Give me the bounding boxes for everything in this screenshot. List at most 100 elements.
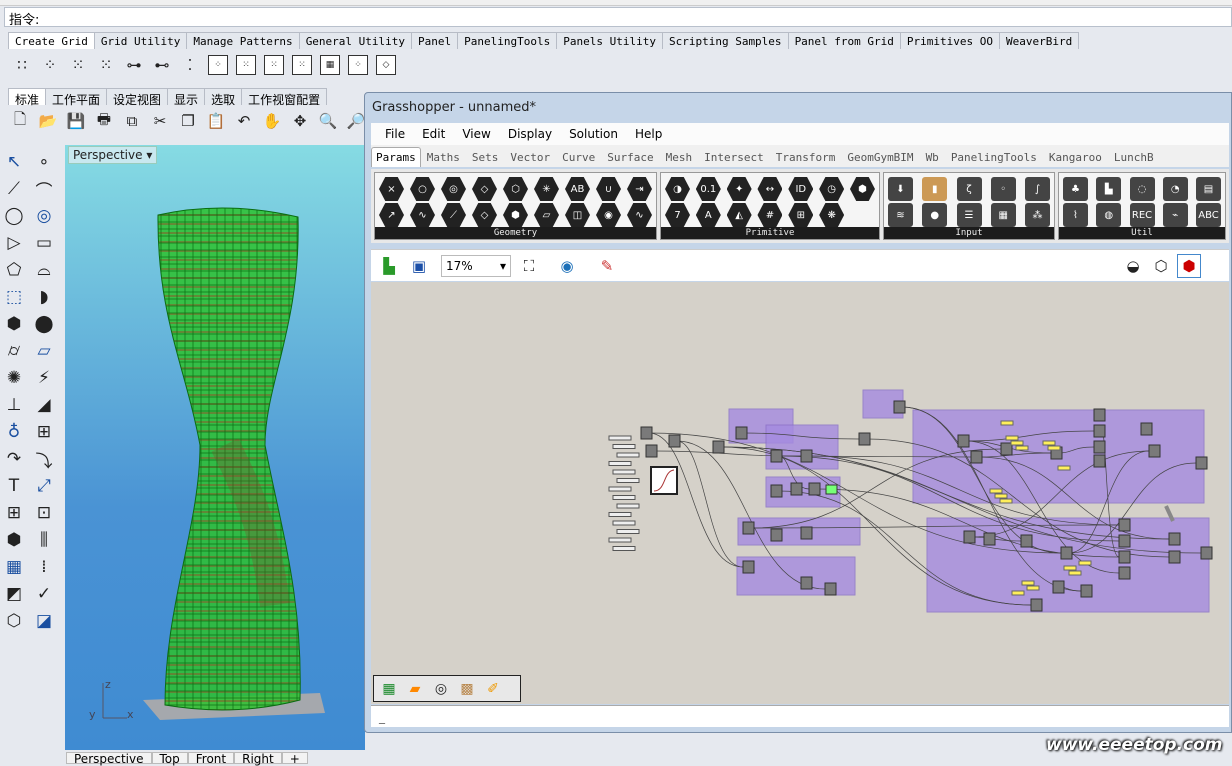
tab-std-5[interactable]: 工作视窗配置: [241, 88, 328, 107]
component-icon[interactable]: ◦: [990, 177, 1016, 201]
left-tool-icon-15[interactable]: ▱: [32, 339, 56, 363]
left-tool-icon-13[interactable]: ⬤: [32, 312, 56, 336]
component-icon[interactable]: #: [757, 203, 783, 227]
zoom-extents-icon[interactable]: ⛶: [517, 254, 541, 278]
tab-transform[interactable]: Transform: [770, 151, 842, 167]
input-param[interactable]: [608, 537, 632, 543]
left-tool-icon-34[interactable]: ⬡: [2, 609, 26, 633]
left-tool-icon-21[interactable]: ⊞: [32, 420, 56, 444]
tab-general-utility[interactable]: General Utility: [298, 32, 413, 49]
panel[interactable]: [1078, 560, 1092, 566]
panel[interactable]: [1068, 570, 1082, 576]
component-icon[interactable]: ◇: [472, 177, 497, 201]
left-tool-icon-23[interactable]: ⤵: [32, 447, 56, 472]
preview-selected-icon[interactable]: ⬢: [1177, 254, 1201, 278]
component-icon[interactable]: REC: [1129, 203, 1155, 227]
component-node[interactable]: [1080, 584, 1093, 598]
component-icon[interactable]: ABC: [1196, 203, 1221, 227]
component-node[interactable]: [1020, 534, 1033, 548]
panel[interactable]: [1005, 435, 1019, 441]
panel[interactable]: [999, 498, 1013, 504]
open-file-icon[interactable]: ▙: [377, 254, 401, 278]
component-icon[interactable]: ▤: [1196, 177, 1221, 201]
component-node[interactable]: [770, 528, 783, 542]
component-node[interactable]: [957, 434, 970, 448]
component-node[interactable]: [1168, 550, 1181, 564]
left-tool-icon-3[interactable]: ⌒: [32, 177, 56, 202]
component-node[interactable]: [963, 530, 976, 544]
tab-kangaroo[interactable]: Kangaroo: [1043, 151, 1108, 167]
left-tool-icon-2[interactable]: ⟋: [2, 177, 26, 201]
gh-canvas[interactable]: [371, 282, 1229, 704]
menu-display[interactable]: Display: [508, 127, 552, 141]
grid-tool-icon[interactable]: ⁘: [38, 53, 62, 77]
component-node[interactable]: [1093, 424, 1106, 438]
input-param[interactable]: [612, 520, 636, 526]
component-icon[interactable]: ◌: [1129, 177, 1155, 201]
component-node[interactable]: [770, 449, 783, 463]
component-node[interactable]: [645, 444, 658, 458]
panel[interactable]: [1026, 585, 1040, 591]
pattern-tool-icon[interactable]: ⁙: [262, 53, 286, 77]
tab-weaverbird[interactable]: WeaverBird: [999, 32, 1080, 49]
left-tool-icon-1[interactable]: ∘: [32, 150, 56, 174]
grid-tool-icon[interactable]: ⊶: [122, 53, 146, 77]
menu-edit[interactable]: Edit: [422, 127, 445, 141]
component-node[interactable]: [1052, 580, 1065, 594]
component-node[interactable]: [1093, 408, 1106, 422]
component-icon[interactable]: ↗: [379, 203, 404, 227]
grid-icon[interactable]: ▦: [378, 678, 400, 700]
component-node[interactable]: [800, 526, 813, 540]
component-icon[interactable]: ID: [788, 177, 814, 201]
left-tool-icon-33[interactable]: ✓: [32, 582, 56, 606]
menu-help[interactable]: Help: [635, 127, 662, 141]
perspective-viewport[interactable]: z x y: [65, 145, 365, 750]
component-icon[interactable]: ◇: [472, 203, 497, 227]
tab-intersect[interactable]: Intersect: [698, 151, 770, 167]
component-icon[interactable]: ⁂: [1025, 203, 1050, 227]
preview-eye-icon[interactable]: ◉: [555, 254, 579, 278]
left-tool-icon-10[interactable]: ⬚: [2, 285, 26, 309]
tab-panel[interactable]: Panel: [411, 32, 459, 49]
panel[interactable]: [994, 493, 1008, 499]
component-node[interactable]: [893, 400, 906, 414]
surface-icon[interactable]: ▰: [404, 678, 426, 700]
panel[interactable]: [1011, 590, 1025, 596]
component-icon[interactable]: ●: [922, 203, 948, 227]
component-icon[interactable]: ◉: [596, 203, 621, 227]
left-tool-icon-14[interactable]: ⌭: [2, 339, 26, 363]
zoom-select[interactable]: 17% ▾: [441, 255, 511, 277]
component-icon[interactable]: ⬡: [503, 177, 528, 201]
left-tool-icon-25[interactable]: ⤢: [32, 474, 56, 498]
tab-panelingtools[interactable]: PanelingTools: [457, 32, 558, 49]
left-tool-icon-16[interactable]: ✺: [2, 366, 26, 390]
component-node[interactable]: [1118, 518, 1131, 532]
wire[interactable]: [648, 432, 744, 568]
panel[interactable]: [1047, 445, 1061, 451]
tab-sets[interactable]: Sets: [466, 151, 505, 167]
tab-std-1[interactable]: 工作平面: [45, 88, 108, 107]
menu-file[interactable]: File: [385, 127, 405, 141]
spiral-icon[interactable]: ◎: [430, 678, 452, 700]
pattern-tool-icon[interactable]: ◇: [374, 53, 398, 77]
pattern-tool-icon[interactable]: ⁙: [234, 53, 258, 77]
tab-vector[interactable]: Vector: [504, 151, 556, 167]
tab-panel-from-grid[interactable]: Panel from Grid: [787, 32, 901, 49]
component-node[interactable]: [735, 426, 748, 440]
component-node[interactable]: [1168, 532, 1181, 546]
component-icon[interactable]: ◫: [565, 203, 590, 227]
boolean-toggle[interactable]: [825, 484, 838, 495]
component-node[interactable]: [983, 532, 996, 546]
pattern-tool-icon[interactable]: ⁙: [290, 53, 314, 77]
component-icon[interactable]: ⌇: [1063, 203, 1088, 227]
standard-tool-icon-4[interactable]: ⧉: [120, 109, 144, 133]
tab-std-0[interactable]: 标准: [8, 88, 47, 107]
tab-primitives-oo[interactable]: Primitives OO: [899, 32, 1000, 49]
grid-tool-icon[interactable]: ∷: [10, 53, 34, 77]
component-group[interactable]: [736, 556, 856, 596]
tab-std-3[interactable]: 显示: [167, 88, 206, 107]
panel[interactable]: [1015, 445, 1029, 451]
sketch-pen-icon[interactable]: ✎: [595, 254, 619, 278]
component-node[interactable]: [1000, 442, 1013, 456]
grid-tool-icon[interactable]: ⁚: [178, 53, 202, 77]
